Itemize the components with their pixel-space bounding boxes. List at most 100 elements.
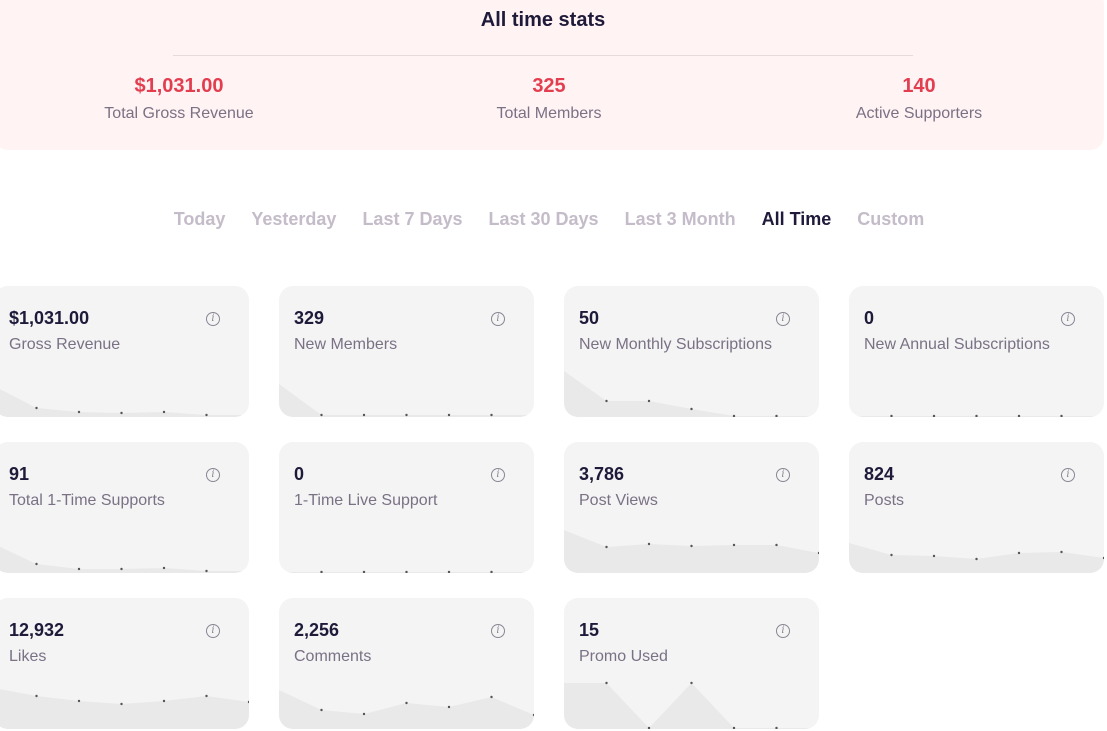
sparkline-point [35,694,38,698]
filter-last-3-month[interactable]: Last 3 Month [625,208,736,230]
sparkline-point [77,410,81,414]
sparkline-point [890,414,893,417]
stat-value: 140 [902,75,936,97]
sparkline-point [1060,550,1063,554]
sparkline-point [447,413,451,417]
info-icon[interactable]: i [1061,468,1075,482]
card-label: 1-Time Live Support [294,492,438,509]
sparkline-point [690,681,693,685]
card-label: New Monthly Subscriptions [579,336,772,353]
info-icon[interactable]: i [491,624,505,638]
info-icon[interactable]: i [1061,312,1075,326]
filter-custom[interactable]: Custom [857,208,924,230]
sparkline-point [320,413,323,417]
sparkline-point [120,702,123,706]
sparkline [0,389,249,417]
sparkline-point [490,413,493,417]
sparkline-point [490,695,493,699]
sparkline [849,543,1104,573]
sparkline-point [35,406,38,410]
sparkline-point [447,570,451,573]
info-icon[interactable]: i [491,312,505,326]
sparkline-point [205,569,208,573]
card-new-members: 329 New Members i [279,286,534,417]
sparkline-point [205,413,208,417]
sparkline-area [0,546,249,573]
sparkline-point [1060,414,1063,417]
card-value: 329 [294,308,325,328]
card-label: Likes [9,648,47,665]
sparkline-point [405,413,408,417]
card-comments: 2,256 Comments i [279,598,534,729]
filter-all-time[interactable]: All Time [762,208,832,230]
sparkline-point [975,414,978,417]
card-label: Promo Used [579,648,668,665]
filter-yesterday[interactable]: Yesterday [251,208,336,230]
date-range-tabs: Today Yesterday Last 7 Days Last 30 Days… [0,208,1098,230]
sparkline-point [320,570,323,573]
sparkline-area [0,389,249,417]
card-value: 50 [579,308,600,328]
card-value: 0 [864,308,875,328]
sparkline-point [975,557,978,561]
sparkline-point [647,399,651,403]
card-post-views: 3,786 Post Views i [564,442,819,573]
info-icon[interactable]: i [776,468,790,482]
sparkline-point [932,554,936,558]
sparkline-point [932,414,936,417]
sparkline-point [162,566,166,570]
card-value: 15 [579,620,600,640]
card-value: 91 [9,464,30,484]
info-icon[interactable]: i [776,624,790,638]
card-likes: 12,932 Likes i [0,598,249,729]
sparkline-point [120,411,123,415]
card-label: New Annual Subscriptions [864,336,1050,353]
info-icon[interactable]: i [206,468,220,482]
sparkline-point [775,414,778,417]
summary-divider [173,55,913,56]
info-icon[interactable]: i [776,312,790,326]
sparkline-point [732,543,736,547]
card-total-1-time-supports: 91 Total 1-Time Supports i [0,442,249,573]
sparkline-point [77,567,81,571]
sparkline-point [120,567,123,571]
sparkline-point [162,699,166,703]
filter-last-7-days[interactable]: Last 7 Days [362,208,462,230]
sparkline-area [0,689,249,729]
card-promo-used: 15 Promo Used i [564,598,819,729]
sparkline-point [77,699,81,703]
stat-total-members: 325 Total Members [399,74,699,124]
info-icon[interactable]: i [491,468,505,482]
sparkline-point [732,414,736,417]
info-icon[interactable]: i [206,312,220,326]
filter-today[interactable]: Today [174,208,226,230]
sparkline-point [690,407,693,411]
sparkline-point [605,681,608,685]
sparkline-point [405,701,408,705]
sparkline [0,689,249,729]
card-label: Post Views [579,492,658,509]
sparkline [279,570,534,573]
stat-label: Total Members [496,105,602,122]
sparkline-area [279,384,534,417]
sparkline-area [279,690,534,729]
sparkline-point [690,544,693,548]
sparkline-point [405,570,408,573]
card-value: $1,031.00 [9,308,90,328]
sparkline [0,546,249,573]
card-new-annual-subscriptions: 0 New Annual Subscriptions i [849,286,1104,417]
sparkline-point [1017,551,1021,555]
sparkline-point [775,543,778,547]
card-label: New Members [294,336,398,353]
filter-last-30-days[interactable]: Last 30 Days [489,208,599,230]
card-value: 824 [864,464,895,484]
sparkline-point [490,570,493,573]
info-icon[interactable]: i [206,624,220,638]
summary-title: All time stats [480,9,606,31]
sparkline [564,530,819,573]
sparkline-area [564,683,819,729]
sparkline-point [362,413,366,417]
sparkline-point [362,570,366,573]
sparkline-point [162,410,166,414]
stat-value: 325 [532,75,566,97]
